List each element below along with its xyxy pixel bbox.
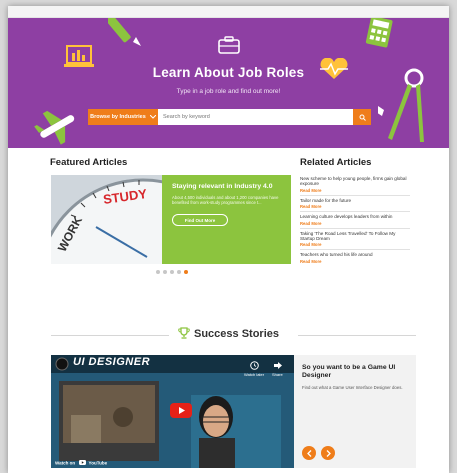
- success-stories-heading: Success Stories: [8, 327, 449, 340]
- hero-title: Learn About Job Roles: [152, 65, 305, 80]
- carousel-dot-active[interactable]: [184, 270, 188, 274]
- prev-story-button[interactable]: [302, 446, 316, 460]
- read-more-link[interactable]: Read More: [300, 188, 410, 193]
- search-icon: [359, 114, 366, 121]
- featured-article-title: Staying relevant in Industry 4.0: [172, 183, 273, 190]
- chevron-left-icon: [306, 449, 311, 457]
- related-article-title[interactable]: Learning culture develops leaders from w…: [300, 214, 410, 219]
- related-article-title[interactable]: Tailor made for the future: [300, 198, 410, 203]
- channel-avatar-icon: [55, 357, 69, 371]
- trophy-icon: [178, 327, 190, 339]
- featured-article-card[interactable]: STUDY WORK Staying relevant in Industry …: [51, 175, 291, 264]
- related-articles-list: New scheme to help young people, firms g…: [300, 174, 410, 266]
- find-out-more-button[interactable]: Find Out More: [172, 214, 228, 227]
- related-article-title[interactable]: New scheme to help young people, firms g…: [300, 176, 410, 187]
- watch-later-label: Watch later: [244, 372, 265, 377]
- read-more-link[interactable]: Read More: [300, 259, 410, 264]
- next-story-button[interactable]: [321, 446, 335, 460]
- briefcase-icon: [217, 36, 240, 54]
- carousel-dot[interactable]: [177, 270, 181, 274]
- related-article-title[interactable]: Taking 'The Road Less Travelled' To Foll…: [300, 231, 410, 242]
- share-icon[interactable]: [273, 361, 282, 370]
- story-nav: [302, 446, 335, 460]
- hero-subtitle: Type in a job role and find out more!: [176, 88, 281, 95]
- list-item[interactable]: Tailor made for the future Read More: [300, 196, 410, 213]
- search-button[interactable]: [353, 109, 371, 125]
- read-more-link[interactable]: Read More: [300, 204, 410, 209]
- featured-article-image: STUDY WORK: [51, 175, 162, 264]
- watch-on-label: Watch on: [55, 460, 76, 465]
- articles-section: Featured Articles Related Articles STUDY…: [8, 148, 449, 308]
- featured-article-panel: Staying relevant in Industry 4.0 About 4…: [162, 175, 291, 264]
- related-heading: Related Articles: [300, 157, 372, 168]
- list-item[interactable]: New scheme to help young people, firms g…: [300, 174, 410, 196]
- share-label: Share: [272, 372, 283, 377]
- featured-heading: Featured Articles: [50, 157, 128, 168]
- carousel-dot[interactable]: [163, 270, 167, 274]
- watch-on-youtube-link[interactable]: Watch on YouTube: [55, 459, 108, 465]
- story-title: So you want to be a Game UI Designer: [302, 364, 396, 379]
- list-item[interactable]: Learning culture develops leaders from w…: [300, 212, 410, 229]
- youtube-video-player[interactable]: UI DESIGNER Watch later Share Watch on Y…: [51, 355, 294, 468]
- browser-viewport: Learn About Job Roles Type in a job role…: [8, 6, 449, 473]
- youtube-logo-icon: [79, 459, 87, 465]
- browse-industries-dropdown[interactable]: Browse by Industries: [88, 109, 158, 125]
- success-stories-section: Success Stories UI DESIGNER Watch later: [8, 308, 449, 473]
- success-heading-text: Success Stories: [194, 328, 279, 340]
- youtube-label: YouTube: [88, 460, 108, 465]
- story-panel: So you want to be a Game UI Designer Fin…: [294, 355, 416, 468]
- story-desc: Find out what a Game User Interface Desi…: [302, 385, 403, 390]
- plane-icon: [34, 110, 75, 145]
- chevron-down-icon: [149, 115, 156, 119]
- video-title: UI DESIGNER: [73, 356, 151, 368]
- carousel-dots: [156, 270, 188, 274]
- hero-banner: Learn About Job Roles Type in a job role…: [8, 18, 449, 148]
- top-strip: [8, 6, 449, 18]
- related-article-title[interactable]: Teachers who turned his life around: [300, 252, 410, 257]
- clock-icon[interactable]: [250, 361, 259, 370]
- chevron-right-icon: [326, 449, 331, 457]
- keyword-search-input[interactable]: [158, 109, 353, 125]
- list-item[interactable]: Taking 'The Road Less Travelled' To Foll…: [300, 229, 410, 251]
- list-item[interactable]: Teachers who turned his life around Read…: [300, 250, 410, 265]
- read-more-link[interactable]: Read More: [300, 221, 410, 226]
- job-search-bar: Browse by Industries: [88, 109, 371, 125]
- read-more-link[interactable]: Read More: [300, 242, 410, 247]
- play-button-icon[interactable]: [170, 403, 192, 418]
- browse-label: Browse by Industries: [90, 114, 146, 120]
- carousel-dot[interactable]: [170, 270, 174, 274]
- featured-article-desc: About 4,500 individuals and about 1,200 …: [172, 195, 279, 206]
- carousel-dot[interactable]: [156, 270, 160, 274]
